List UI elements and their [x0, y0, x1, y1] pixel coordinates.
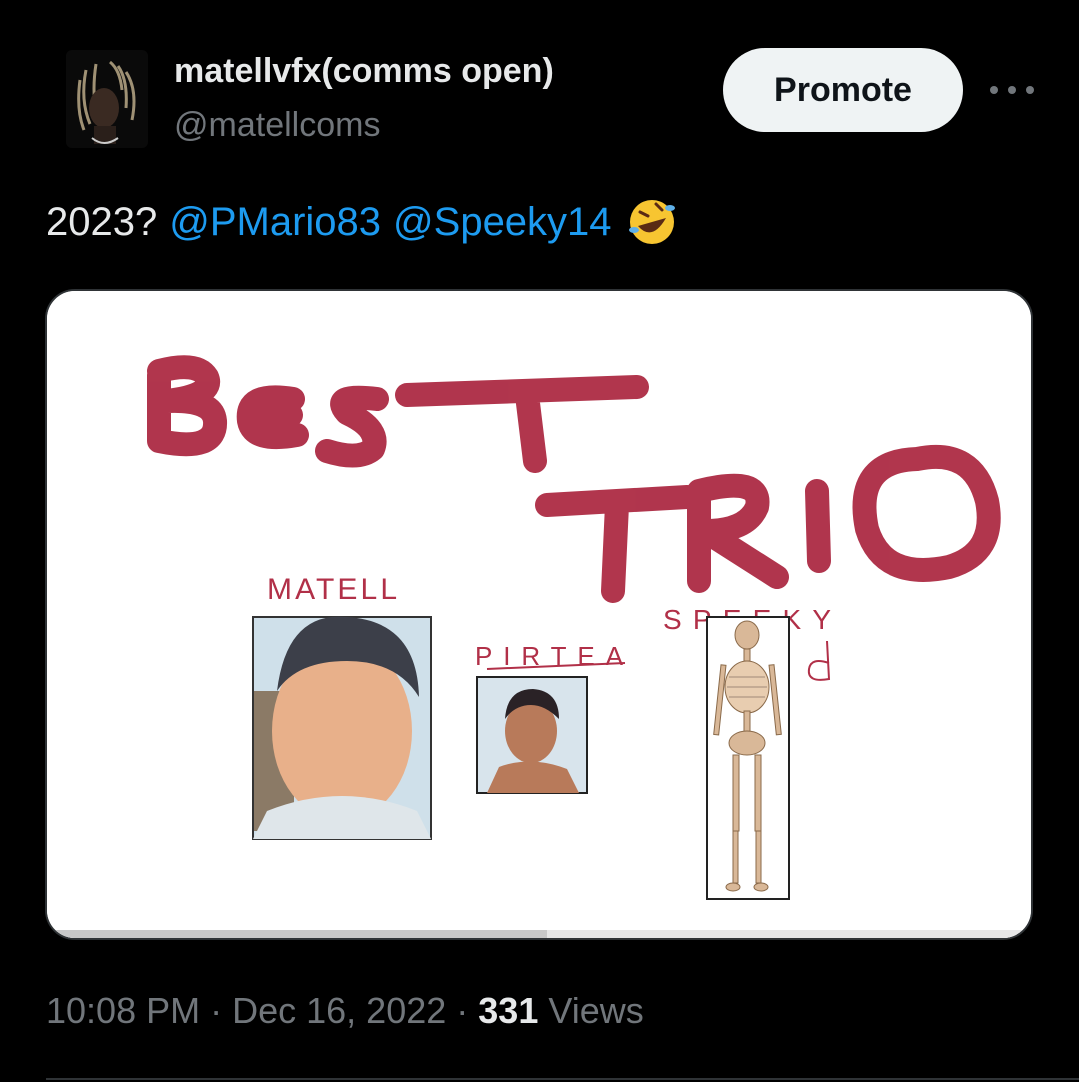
tweet-text-prefix: 2023?	[46, 199, 158, 244]
author-handle[interactable]: @matellcoms	[174, 106, 380, 145]
photo-pirtea	[476, 676, 588, 794]
views-label[interactable]: Views	[548, 990, 643, 1031]
more-dot	[1026, 86, 1034, 94]
tweet-time[interactable]: 10:08 PM	[46, 990, 200, 1031]
photo-speeky-skeleton	[706, 616, 790, 900]
more-dot	[990, 86, 998, 94]
photo-matell	[252, 616, 432, 840]
tweet-meta: 10:08 PM · Dec 16, 2022 · 331 Views	[46, 990, 644, 1032]
tweet-text: 2023? @PMario83 @Speeky14	[46, 196, 678, 248]
more-options-icon[interactable]	[990, 78, 1034, 102]
divider	[46, 1078, 1079, 1080]
label-matell: MATELL	[267, 573, 399, 606]
tweet-date[interactable]: Dec 16, 2022	[232, 990, 446, 1031]
more-dot	[1008, 86, 1016, 94]
promote-button[interactable]: Promote	[723, 48, 963, 132]
tweet-media-image[interactable]: MATELL PIRTEA SPEEKY	[45, 289, 1033, 940]
author-avatar[interactable]	[66, 50, 148, 148]
media-scrollbar[interactable]	[47, 930, 1031, 938]
views-count[interactable]: 331	[478, 990, 538, 1031]
rolling-on-floor-laughing-emoji-icon	[626, 196, 678, 248]
meta-separator: ·	[456, 990, 479, 1031]
meta-separator: ·	[210, 990, 233, 1031]
mention-link-pmario83[interactable]: @PMario83	[169, 200, 381, 245]
media-scrollbar-thumb[interactable]	[47, 930, 547, 938]
mention-link-speeky14[interactable]: @Speeky14	[393, 200, 612, 245]
author-name[interactable]: matellvfx(comms open)	[174, 52, 554, 91]
